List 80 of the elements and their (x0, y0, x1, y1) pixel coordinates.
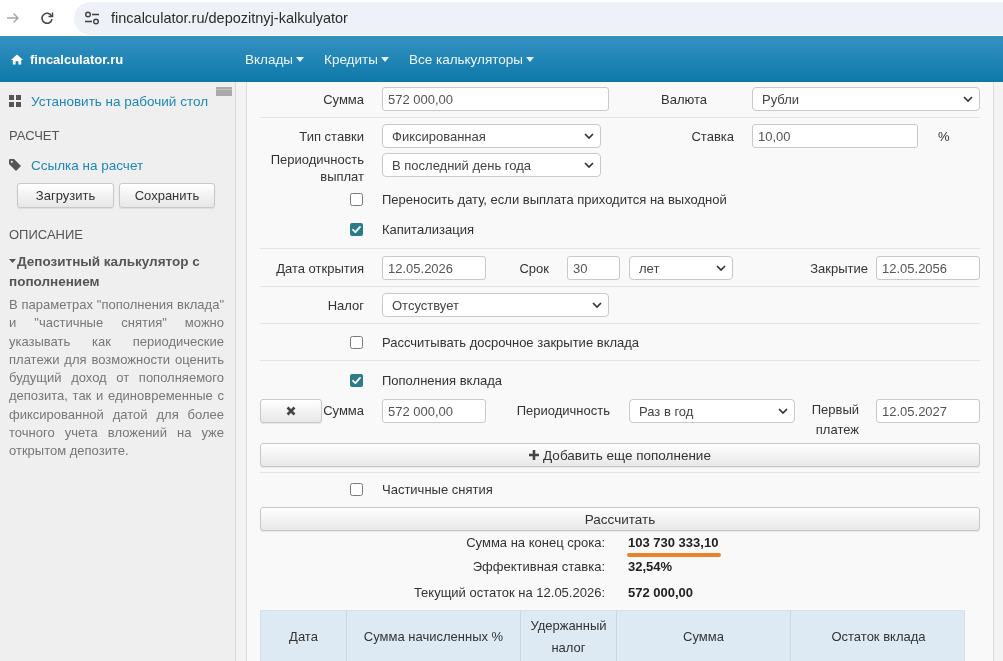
checkbox-label: Рассчитывать досрочное закрытие вклада (382, 334, 640, 350)
reload-icon[interactable] (40, 11, 54, 25)
field-label: Закрытие (810, 260, 868, 276)
calculation-link[interactable]: Ссылка на расчет (31, 157, 144, 173)
install-link[interactable]: Установить на рабочий стол (31, 93, 209, 109)
grid-icon (9, 95, 21, 107)
dropdown[interactable]: Раз в год (629, 399, 795, 423)
field-label: Сумма (323, 91, 364, 107)
dropdown[interactable]: Рубли (752, 87, 980, 111)
caret-down-icon (526, 56, 534, 62)
description-title[interactable]: Депозитный калькулятор с пополнением (9, 252, 227, 292)
input-field[interactable]: 572 000,00 (382, 87, 609, 111)
chevron-down-icon (584, 162, 594, 168)
nav-menu-link[interactable]: Все калькуляторы (408, 51, 523, 67)
result-value: 32,54% (628, 558, 673, 574)
result-value: 103 730 333,10 (628, 534, 719, 550)
home-icon[interactable] (11, 53, 23, 65)
chevron-down-icon (592, 302, 602, 308)
caret-down-icon (380, 56, 389, 62)
forward-arrow-icon[interactable] (6, 12, 20, 24)
column-header: Дата (289, 627, 318, 646)
input-field[interactable]: 12.05.2027 (876, 399, 980, 423)
caret-down-icon (296, 56, 305, 62)
result-label: Эффективная ставка: (472, 558, 605, 574)
checkbox-label: Пополнения вклада (382, 372, 502, 388)
checkbox-label: Частичные снятия (382, 481, 493, 497)
field-label: Ставка (691, 128, 734, 144)
column-header: Сумма начисленных % (363, 627, 504, 646)
sidebar-button[interactable]: Сохранить (119, 183, 215, 208)
result-label: Сумма на конец срока: (466, 534, 605, 550)
dropdown[interactable]: лет (629, 256, 733, 280)
nav-menu-link[interactable]: Вклады (245, 51, 294, 67)
field-label: Налог (327, 297, 364, 313)
remove-button[interactable] (260, 399, 322, 423)
unit-label: % (938, 128, 950, 144)
column-header: Удержанный налог (529, 616, 608, 657)
checkbox[interactable] (350, 482, 363, 496)
address-bar-url[interactable]: fincalculator.ru/depozitnyj-kalkulyator (111, 10, 348, 26)
checkbox-label: Переносить дату, если выплата приходится на выходной (382, 191, 727, 207)
chevron-down-icon (963, 96, 973, 102)
input-field[interactable]: 10,00 (752, 124, 918, 148)
field-label: Сумма (323, 402, 364, 420)
checkbox[interactable] (350, 373, 363, 387)
input-field[interactable]: 572 000,00 (382, 399, 486, 423)
calculate-button[interactable]: Рассчитать (260, 507, 980, 531)
section-heading: РАСЧЕТ (9, 128, 61, 144)
field-label: Валюта (661, 91, 707, 107)
column-header: Сумма (683, 627, 724, 646)
add-top-up-button[interactable]: Добавить еще пополнение (260, 443, 980, 467)
field-label: Тип ставки (299, 128, 364, 144)
input-field[interactable]: 30 (567, 256, 620, 280)
field-label: Периодичность выплат (270, 151, 364, 185)
site-logo-link[interactable]: fincalculator.ru (30, 51, 124, 67)
x-icon (286, 406, 296, 416)
plus-icon (529, 450, 540, 460)
tune-icon[interactable] (84, 11, 100, 25)
nav-menu-link[interactable]: Кредиты (324, 51, 378, 67)
dropdown[interactable]: В последний день года (382, 153, 601, 177)
checkbox[interactable] (350, 192, 363, 206)
result-value: 572 000,00 (628, 584, 694, 600)
sidebar-button[interactable]: Загрузить (17, 183, 114, 208)
field-label: Срок (519, 260, 549, 276)
section-heading: ОПИСАНИЕ (9, 227, 84, 243)
column-header: Остаток вклада (831, 627, 926, 646)
chevron-down-icon (716, 265, 726, 271)
checkbox[interactable] (350, 222, 363, 236)
chevron-down-icon (778, 408, 788, 414)
dropdown[interactable]: Отсуствует (382, 293, 609, 317)
checkbox-label: Капитализация (382, 221, 474, 237)
field-label: Дата открытия (276, 260, 364, 276)
dropdown[interactable]: Фиксированная (382, 124, 601, 148)
chevron-down-icon (584, 133, 594, 139)
field-label: Первый платеж (811, 401, 859, 439)
input-field[interactable]: 12.05.2056 (876, 256, 980, 280)
field-label: Периодичность (516, 402, 610, 420)
description-text: В параметрах "пополнения вклада" и "частичные снятия" можно указывать как периодические платежи для возможности оценить будущий доход от пополняемого депозита, так и единовременные с фиксированной датой для более точного учета вложений на уже открытом депозите. (9, 296, 224, 460)
tag-icon (9, 159, 21, 171)
result-label: Текущий остаток на 12.05.2026: (413, 584, 605, 600)
checkbox[interactable] (350, 335, 363, 349)
input-field[interactable]: 12.05.2026 (382, 256, 486, 280)
